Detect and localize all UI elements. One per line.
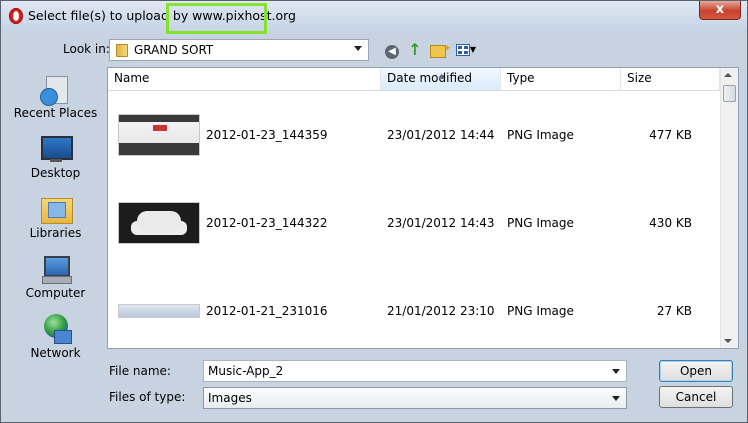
title-bar[interactable]: Select file(s) to upload by www.pixhost.… <box>1 1 747 34</box>
lookin-dropdown[interactable]: GRAND SORT <box>109 39 369 61</box>
place-label: Network <box>30 346 81 360</box>
filetype-select[interactable]: Images <box>203 387 627 409</box>
vertical-scrollbar[interactable] <box>720 68 738 348</box>
filename-field[interactable]: Music-App_2 <box>203 360 627 382</box>
column-header-date-modified[interactable]: ▲ Date modified <box>381 68 501 90</box>
column-header-type[interactable]: Type <box>501 68 621 90</box>
desktop-icon <box>40 134 73 164</box>
place-desktop[interactable]: Desktop <box>7 134 104 180</box>
views-menu-button[interactable]: ▼ <box>451 39 481 61</box>
column-header-row: Name ▲ Date modified Type Size <box>108 68 720 91</box>
scroll-down-arrow-icon[interactable] <box>724 339 732 343</box>
recent-places-icon <box>39 74 72 106</box>
file-date: 21/01/2012 23:10 <box>387 304 495 318</box>
chevron-down-icon[interactable] <box>354 46 362 51</box>
column-header-name[interactable]: Name <box>108 68 381 90</box>
column-header-size[interactable]: Size <box>621 68 720 90</box>
chevron-down-icon[interactable] <box>612 369 620 374</box>
close-button[interactable]: x <box>699 1 741 20</box>
url-highlight-box <box>166 3 267 34</box>
chevron-down-icon[interactable] <box>612 396 620 401</box>
file-size: 477 KB <box>649 128 692 142</box>
filetype-value: Images <box>208 391 252 405</box>
file-row[interactable]: 2012-01-23_144322 23/01/2012 14:43 PNG I… <box>108 180 720 270</box>
scroll-up-arrow-icon[interactable] <box>724 73 732 77</box>
file-date: 23/01/2012 14:44 <box>387 128 495 142</box>
filetype-label: Files of type: <box>109 390 186 404</box>
caret-down-icon: ▼ <box>469 45 477 54</box>
file-size: 27 KB <box>656 304 692 318</box>
file-thumbnail <box>118 202 200 244</box>
filename-label: File name: <box>109 364 171 378</box>
open-button[interactable]: Open <box>659 360 733 382</box>
folder-icon <box>116 44 128 57</box>
opera-browser-icon <box>9 8 23 24</box>
place-network[interactable]: Network <box>7 314 104 360</box>
place-libraries[interactable]: Libraries <box>7 194 104 240</box>
place-label: Desktop <box>30 166 81 180</box>
lookin-label: Look in: <box>63 42 110 56</box>
cancel-button[interactable]: Cancel <box>659 386 733 408</box>
computer-icon <box>40 254 72 284</box>
sort-ascending-icon: ▲ <box>439 72 445 80</box>
file-upload-dialog: Select file(s) to upload by www.pixhost.… <box>0 0 748 423</box>
file-list[interactable]: Name ▲ Date modified Type Size 2012-01-2… <box>107 67 739 349</box>
place-label: Computer <box>25 286 86 300</box>
filename-value: Music-App_2 <box>208 364 284 378</box>
file-type: PNG Image <box>507 304 574 318</box>
file-thumbnail <box>118 304 200 318</box>
back-icon: ◀ <box>385 45 399 59</box>
file-date: 23/01/2012 14:43 <box>387 216 495 230</box>
place-computer[interactable]: Computer <box>7 254 104 300</box>
views-menu-icon <box>455 44 470 56</box>
new-folder-button[interactable] <box>427 38 451 61</box>
network-icon <box>40 314 72 344</box>
up-folder-icon: ↑ <box>408 40 422 59</box>
new-folder-icon <box>430 38 451 60</box>
file-thumbnail <box>118 114 200 156</box>
scrollbar-thumb[interactable] <box>723 85 736 102</box>
file-name: 2012-01-23_144359 <box>206 128 328 142</box>
lookin-value: GRAND SORT <box>134 43 214 57</box>
place-recent-places[interactable]: Recent Places <box>7 74 104 120</box>
up-folder-button[interactable]: ↑ <box>404 39 426 61</box>
file-name: 2012-01-21_231016 <box>206 304 328 318</box>
column-header-label: Date modified <box>387 71 473 85</box>
places-bar: Recent Places Desktop Libraries Computer… <box>7 68 104 360</box>
file-size: 430 KB <box>649 216 692 230</box>
back-button[interactable]: ◀ <box>381 39 403 61</box>
place-label: Recent Places <box>13 106 98 120</box>
file-row[interactable]: 2012-01-21_231016 21/01/2012 23:10 PNG I… <box>108 270 720 348</box>
file-type: PNG Image <box>507 128 574 142</box>
file-name: 2012-01-23_144322 <box>206 216 328 230</box>
place-label: Libraries <box>29 226 82 240</box>
file-row[interactable]: 2012-01-23_144359 23/01/2012 14:44 PNG I… <box>108 90 720 180</box>
file-type: PNG Image <box>507 216 574 230</box>
libraries-icon <box>40 194 73 224</box>
